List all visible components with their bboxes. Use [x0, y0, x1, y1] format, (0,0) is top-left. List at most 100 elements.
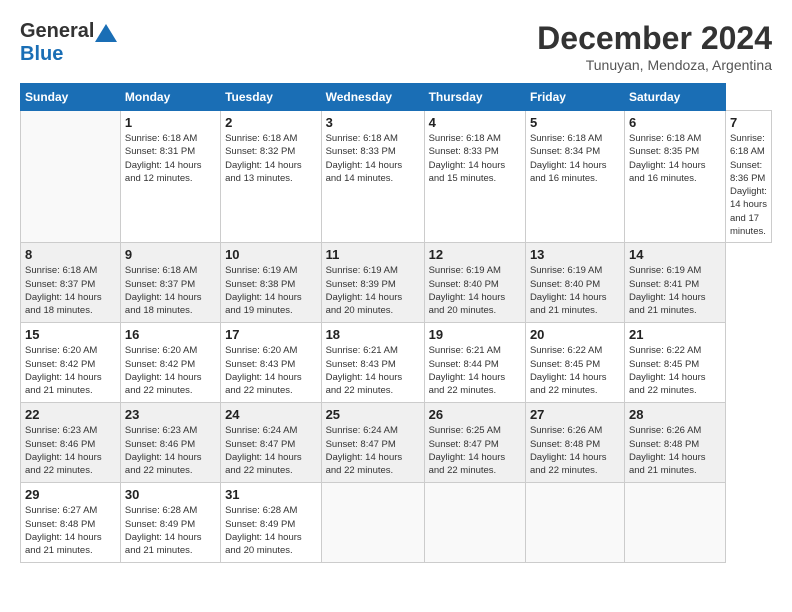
logo-blue: Blue — [20, 43, 63, 65]
day-info: Sunrise: 6:18 AMSunset: 8:34 PMDaylight:… — [530, 133, 607, 184]
calendar-table: SundayMondayTuesdayWednesdayThursdayFrid… — [20, 83, 772, 563]
day-info: Sunrise: 6:20 AMSunset: 8:42 PMDaylight:… — [25, 345, 102, 396]
day-number: 22 — [25, 407, 116, 422]
day-number: 24 — [225, 407, 317, 422]
calendar-header-row: SundayMondayTuesdayWednesdayThursdayFrid… — [21, 84, 772, 111]
location-title: Tunuyan, Mendoza, Argentina — [537, 57, 772, 73]
day-number: 15 — [25, 327, 116, 342]
day-info: Sunrise: 6:18 AMSunset: 8:31 PMDaylight:… — [125, 133, 202, 184]
day-number: 17 — [225, 327, 317, 342]
day-info: Sunrise: 6:19 AMSunset: 8:40 PMDaylight:… — [429, 265, 506, 316]
day-number: 9 — [125, 247, 216, 262]
calendar-cell — [424, 483, 525, 563]
calendar-cell: 13 Sunrise: 6:19 AMSunset: 8:40 PMDayligh… — [525, 243, 624, 323]
day-info: Sunrise: 6:21 AMSunset: 8:43 PMDaylight:… — [326, 345, 403, 396]
logo-general: General — [20, 20, 94, 42]
calendar-week-row: 8 Sunrise: 6:18 AMSunset: 8:37 PMDaylight… — [21, 243, 772, 323]
page-header: General Blue December 2024 Tunuyan, Mend… — [20, 20, 772, 73]
day-info: Sunrise: 6:19 AMSunset: 8:40 PMDaylight:… — [530, 265, 607, 316]
calendar-cell: 15 Sunrise: 6:20 AMSunset: 8:42 PMDayligh… — [21, 323, 121, 403]
day-number: 2 — [225, 115, 317, 130]
day-number: 1 — [125, 115, 216, 130]
calendar-cell: 11 Sunrise: 6:19 AMSunset: 8:39 PMDayligh… — [321, 243, 424, 323]
calendar-header-friday: Friday — [525, 84, 624, 111]
calendar-cell: 31Sunrise: 6:28 AMSunset: 8:49 PMDayligh… — [221, 483, 322, 563]
calendar-cell: 1 Sunrise: 6:18 AMSunset: 8:31 PMDaylight… — [120, 111, 220, 243]
day-number: 11 — [326, 247, 420, 262]
logo-text: General Blue — [20, 20, 118, 66]
calendar-cell: 27 Sunrise: 6:26 AMSunset: 8:48 PMDayligh… — [525, 403, 624, 483]
day-number: 30 — [125, 487, 216, 502]
title-area: December 2024 Tunuyan, Mendoza, Argentin… — [537, 20, 772, 73]
calendar-header-saturday: Saturday — [624, 84, 725, 111]
calendar-cell: 14 Sunrise: 6:19 AMSunset: 8:41 PMDayligh… — [624, 243, 725, 323]
calendar-cell: 20Sunrise: 6:22 AMSunset: 8:45 PMDayligh… — [525, 323, 624, 403]
day-info: Sunrise: 6:20 AMSunset: 8:43 PMDaylight:… — [225, 345, 302, 396]
calendar-cell: 10Sunrise: 6:19 AMSunset: 8:38 PMDayligh… — [221, 243, 322, 323]
day-info: Sunrise: 6:28 AMSunset: 8:49 PMDaylight:… — [125, 505, 202, 556]
calendar-header-tuesday: Tuesday — [221, 84, 322, 111]
day-info: Sunrise: 6:18 AMSunset: 8:37 PMDaylight:… — [125, 265, 202, 316]
calendar-cell: 12 Sunrise: 6:19 AMSunset: 8:40 PMDayligh… — [424, 243, 525, 323]
day-number: 29 — [25, 487, 116, 502]
day-info: Sunrise: 6:18 AMSunset: 8:32 PMDaylight:… — [225, 133, 302, 184]
day-number: 19 — [429, 327, 521, 342]
day-number: 6 — [629, 115, 721, 130]
day-number: 18 — [326, 327, 420, 342]
calendar-header-monday: Monday — [120, 84, 220, 111]
day-info: Sunrise: 6:19 AMSunset: 8:41 PMDaylight:… — [629, 265, 706, 316]
day-info: Sunrise: 6:18 AMSunset: 8:33 PMDaylight:… — [326, 133, 403, 184]
day-number: 27 — [530, 407, 620, 422]
day-number: 26 — [429, 407, 521, 422]
calendar-cell: 22Sunrise: 6:23 AMSunset: 8:46 PMDayligh… — [21, 403, 121, 483]
calendar-week-row: 1 Sunrise: 6:18 AMSunset: 8:31 PMDaylight… — [21, 111, 772, 243]
calendar-cell: 2 Sunrise: 6:18 AMSunset: 8:32 PMDaylight… — [221, 111, 322, 243]
day-info: Sunrise: 6:26 AMSunset: 8:48 PMDaylight:… — [530, 425, 607, 476]
calendar-cell: 4Sunrise: 6:18 AMSunset: 8:33 PMDaylight… — [424, 111, 525, 243]
day-number: 21 — [629, 327, 721, 342]
calendar-cell: 16Sunrise: 6:20 AMSunset: 8:42 PMDayligh… — [120, 323, 220, 403]
day-info: Sunrise: 6:23 AMSunset: 8:46 PMDaylight:… — [125, 425, 202, 476]
day-info: Sunrise: 6:26 AMSunset: 8:48 PMDaylight:… — [629, 425, 706, 476]
calendar-cell — [21, 111, 121, 243]
day-info: Sunrise: 6:18 AMSunset: 8:37 PMDaylight:… — [25, 265, 102, 316]
calendar-cell: 8 Sunrise: 6:18 AMSunset: 8:37 PMDaylight… — [21, 243, 121, 323]
day-number: 14 — [629, 247, 721, 262]
day-info: Sunrise: 6:22 AMSunset: 8:45 PMDaylight:… — [629, 345, 706, 396]
day-info: Sunrise: 6:24 AMSunset: 8:47 PMDaylight:… — [225, 425, 302, 476]
calendar-header-thursday: Thursday — [424, 84, 525, 111]
day-number: 10 — [225, 247, 317, 262]
day-info: Sunrise: 6:25 AMSunset: 8:47 PMDaylight:… — [429, 425, 506, 476]
calendar-cell: 24 Sunrise: 6:24 AMSunset: 8:47 PMDayligh… — [221, 403, 322, 483]
day-info: Sunrise: 6:19 AMSunset: 8:39 PMDaylight:… — [326, 265, 403, 316]
calendar-cell: 23Sunrise: 6:23 AMSunset: 8:46 PMDayligh… — [120, 403, 220, 483]
calendar-cell — [525, 483, 624, 563]
calendar-cell — [624, 483, 725, 563]
day-number: 12 — [429, 247, 521, 262]
logo-icon — [95, 24, 117, 42]
day-number: 8 — [25, 247, 116, 262]
day-info: Sunrise: 6:18 AMSunset: 8:35 PMDaylight:… — [629, 133, 706, 184]
calendar-cell: 9 Sunrise: 6:18 AMSunset: 8:37 PMDaylight… — [120, 243, 220, 323]
day-number: 25 — [326, 407, 420, 422]
calendar-cell: 18 Sunrise: 6:21 AMSunset: 8:43 PMDayligh… — [321, 323, 424, 403]
calendar-week-row: 22 Sunrise: 6:23 AMSunset: 8:46 PMDayligh… — [21, 403, 772, 483]
calendar-cell: 6 Sunrise: 6:18 AMSunset: 8:35 PMDaylight… — [624, 111, 725, 243]
calendar-header-sunday: Sunday — [21, 84, 121, 111]
calendar-cell: 30 Sunrise: 6:28 AMSunset: 8:49 PMDayligh… — [120, 483, 220, 563]
calendar-cell: 7Sunrise: 6:18 AMSunset: 8:36 PMDaylight… — [725, 111, 771, 243]
day-info: Sunrise: 6:18 AMSunset: 8:33 PMDaylight:… — [429, 133, 506, 184]
day-info: Sunrise: 6:24 AMSunset: 8:47 PMDaylight:… — [326, 425, 403, 476]
calendar-cell: 21 Sunrise: 6:22 AMSunset: 8:45 PMDayligh… — [624, 323, 725, 403]
logo: General Blue — [20, 20, 118, 66]
day-number: 5 — [530, 115, 620, 130]
day-number: 31 — [225, 487, 317, 502]
day-number: 28 — [629, 407, 721, 422]
day-number: 7 — [730, 115, 767, 130]
month-title: December 2024 — [537, 20, 772, 57]
day-number: 13 — [530, 247, 620, 262]
calendar-week-row: 15 Sunrise: 6:20 AMSunset: 8:42 PMDayligh… — [21, 323, 772, 403]
calendar-cell: 17 Sunrise: 6:20 AMSunset: 8:43 PMDayligh… — [221, 323, 322, 403]
calendar-cell: 25 Sunrise: 6:24 AMSunset: 8:47 PMDayligh… — [321, 403, 424, 483]
calendar-header-wednesday: Wednesday — [321, 84, 424, 111]
